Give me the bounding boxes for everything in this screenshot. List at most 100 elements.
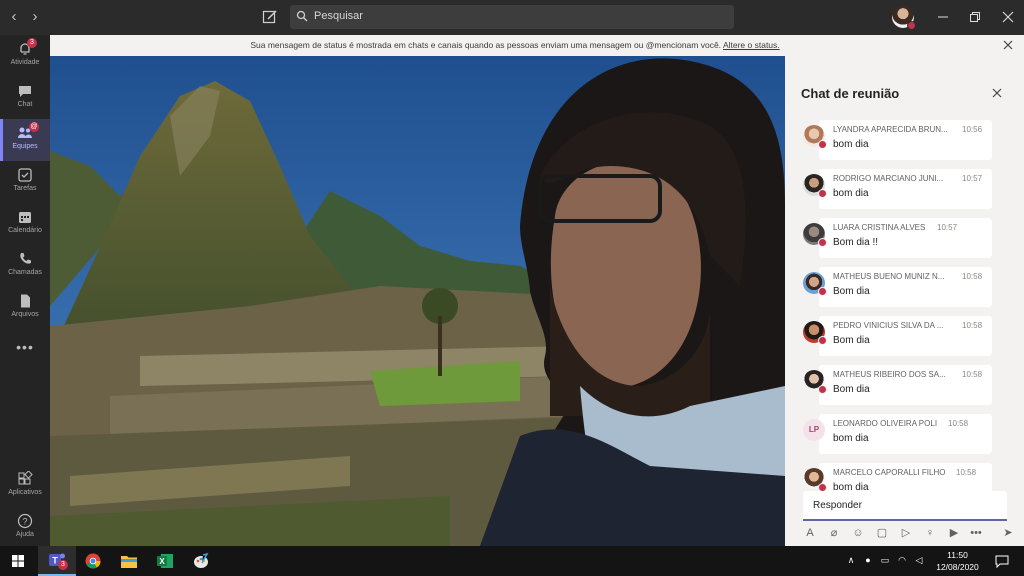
message-text: Bom dia	[833, 286, 870, 297]
volume-icon[interactable]: ◁	[913, 555, 925, 567]
message-time: 10:57	[937, 223, 958, 232]
ellipsis-icon: •••	[16, 339, 34, 355]
message-time: 10:58	[948, 419, 969, 428]
message-time: 10:58	[962, 272, 983, 281]
teams-icon: @	[17, 122, 39, 141]
excel-icon: X	[157, 554, 173, 568]
rail-item-chat[interactable]: Chat	[0, 77, 50, 119]
presence-busy-icon	[818, 140, 827, 149]
more-apps-button[interactable]: •••	[0, 329, 50, 371]
message-text: Bom dia	[833, 335, 870, 346]
chat-icon	[17, 83, 33, 99]
profile-avatar[interactable]	[892, 6, 916, 30]
rail-item-equipes[interactable]: @ Equipes	[0, 119, 50, 161]
mention-badge: @	[29, 122, 39, 132]
taskbar-chrome[interactable]	[74, 546, 112, 576]
chat-message: LUARA CRISTINA ALVES 10:57 Bom dia !!	[803, 218, 993, 258]
sender-name: MARCELO CAPORALLI FILHO	[833, 468, 946, 477]
rail-item-chamadas[interactable]: Chamadas	[0, 245, 50, 287]
presence-busy-icon	[907, 21, 916, 30]
reply-placeholder: Responder	[813, 500, 862, 511]
praise-icon[interactable]: ♀	[923, 526, 937, 540]
rail-label: Tarefas	[13, 185, 37, 192]
svg-text:X: X	[159, 557, 165, 566]
rail-item-ajuda[interactable]: ? Ajuda	[0, 507, 50, 549]
sender-name: PEDRO VINICIUS SILVA DA ...	[833, 321, 944, 330]
video-feed	[50, 56, 785, 546]
taskbar-excel[interactable]: X	[146, 546, 184, 576]
windows-start-icon[interactable]	[12, 555, 24, 567]
status-banner: Sua mensagem de status é mostrada em cha…	[50, 35, 1024, 56]
teams-taskbar-badge: 3	[58, 560, 68, 570]
rail-item-atividade[interactable]: 3 Atividade	[0, 35, 50, 77]
banner-message: Sua mensagem de status é mostrada em cha…	[250, 40, 722, 50]
emoji-icon[interactable]: ☺	[851, 526, 865, 540]
rail-item-tarefas[interactable]: Tarefas	[0, 161, 50, 203]
rail-label: Chamadas	[8, 269, 42, 276]
notifications-icon[interactable]	[995, 554, 1009, 568]
search-box[interactable]: Pesquisar	[290, 5, 734, 29]
clock[interactable]: 11:50 12/08/2020	[930, 549, 985, 573]
taskbar-paint[interactable]	[182, 546, 220, 576]
close-banner-icon[interactable]	[1002, 39, 1014, 51]
sender-name: LEONARDO OLIVEIRA POLI	[833, 419, 938, 428]
format-icon[interactable]: A	[803, 526, 817, 540]
close-window-icon[interactable]	[1001, 10, 1015, 24]
stream-icon[interactable]: ▶	[947, 526, 961, 540]
rail-item-aplicativos[interactable]: Aplicativos	[0, 465, 50, 507]
close-chat-icon[interactable]	[991, 87, 1003, 99]
message-bubble: MATHEUS RIBEIRO DOS SA... 10:58 Bom dia	[819, 365, 992, 405]
chat-message: RODRIGO MARCIANO JUNI... 10:57 bom dia	[803, 169, 993, 209]
tasks-icon	[17, 167, 33, 183]
help-icon: ?	[17, 513, 33, 529]
chat-title: Chat de reunião	[801, 86, 900, 101]
presence-busy-icon	[818, 189, 827, 198]
rail-label: Chat	[17, 101, 33, 108]
search-icon	[296, 10, 308, 22]
more-options-icon[interactable]: •••	[969, 526, 983, 540]
activity-badge: 3	[27, 38, 37, 48]
message-text: bom dia	[833, 139, 869, 150]
sender-name: LUARA CRISTINA ALVES	[833, 223, 926, 232]
file-icon	[17, 293, 33, 309]
tray-chevron-up-icon[interactable]: ∧	[845, 555, 857, 567]
wifi-icon[interactable]: ◠	[896, 555, 908, 567]
new-chat-icon[interactable]	[262, 9, 278, 25]
rail-item-calendario[interactable]: Calendário	[0, 203, 50, 245]
message-bubble: LYANDRA APARECIDA BRUN... 10:56 bom dia	[819, 120, 992, 160]
back-arrow-icon[interactable]: ‹	[5, 8, 23, 26]
taskbar-file-explorer[interactable]	[110, 546, 148, 576]
change-status-link[interactable]: Altere o status.	[723, 40, 780, 50]
restore-icon[interactable]	[968, 10, 982, 24]
rail-item-arquivos[interactable]: Arquivos	[0, 287, 50, 329]
sender-name: LYANDRA APARECIDA BRUN...	[833, 125, 948, 134]
rail-label: Calendário	[8, 227, 42, 234]
presence-busy-icon	[818, 238, 827, 247]
calendar-icon	[17, 209, 33, 225]
microphone-icon[interactable]: ●	[862, 555, 874, 567]
message-time: 10:58	[962, 321, 983, 330]
message-list[interactable]: LYANDRA APARECIDA BRUN... 10:56 bom dia …	[785, 120, 1024, 495]
message-text: bom dia	[833, 188, 869, 199]
send-icon[interactable]: ➤	[1001, 526, 1015, 540]
apps-icon	[17, 470, 33, 487]
sticker-icon[interactable]: ▷	[899, 526, 913, 540]
taskbar-teams[interactable]: T 3	[38, 546, 76, 576]
attach-icon[interactable]: ⌀	[827, 526, 841, 540]
paint-icon	[194, 553, 209, 568]
forward-arrow-icon[interactable]: ›	[26, 8, 44, 26]
avatar-initials[interactable]: LP	[803, 419, 825, 441]
phone-icon	[17, 251, 33, 267]
message-time: 10:56	[962, 125, 983, 134]
battery-icon[interactable]: ▭	[879, 555, 891, 567]
search-placeholder: Pesquisar	[314, 10, 363, 22]
folder-icon	[121, 556, 137, 568]
clock-time: 11:50	[947, 550, 968, 560]
minimize-icon[interactable]	[936, 10, 950, 24]
reply-input[interactable]: Responder	[803, 491, 1007, 521]
sender-name: RODRIGO MARCIANO JUNI...	[833, 174, 944, 183]
message-time: 10:57	[962, 174, 983, 183]
gif-icon[interactable]: ▢	[875, 526, 889, 540]
rail-label: Arquivos	[11, 311, 39, 318]
rail-label: Ajuda	[16, 531, 34, 538]
